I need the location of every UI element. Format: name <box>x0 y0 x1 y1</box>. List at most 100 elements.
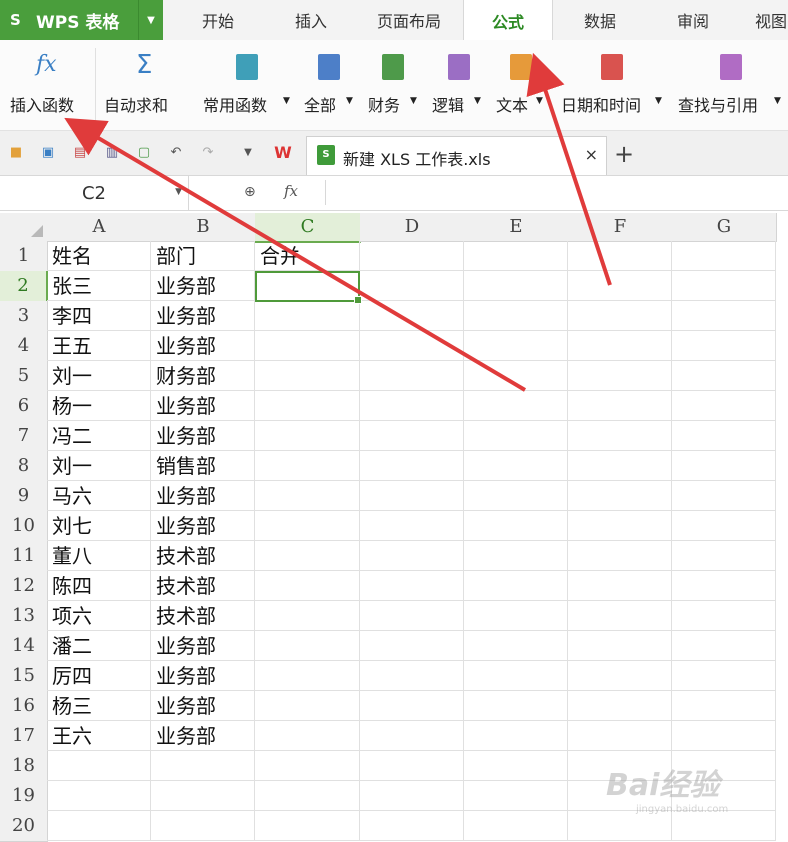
cell-d6[interactable] <box>360 391 464 421</box>
cell-b8[interactable]: 销售部 <box>151 451 255 481</box>
row-header[interactable]: 15 <box>0 661 48 692</box>
cell-f8[interactable] <box>568 451 672 481</box>
row-header[interactable]: 9 <box>0 481 48 512</box>
cell-d17[interactable] <box>360 721 464 751</box>
cell-e1[interactable] <box>464 241 568 271</box>
insert-function-button[interactable]: fx 插入函数 <box>0 40 95 130</box>
cell-g3[interactable] <box>672 301 776 331</box>
cell-e13[interactable] <box>464 601 568 631</box>
cell-c19[interactable] <box>255 781 360 811</box>
cell-c9[interactable] <box>255 481 360 511</box>
fx-icon[interactable]: fx <box>284 182 298 200</box>
cell-a2[interactable]: 张三 <box>47 271 151 301</box>
tab-home[interactable]: 开始 <box>172 0 264 40</box>
cell-a16[interactable]: 杨三 <box>47 691 151 721</box>
cell-g11[interactable] <box>672 541 776 571</box>
cell-d14[interactable] <box>360 631 464 661</box>
zoom-magnifier-icon[interactable]: ⊕ <box>244 184 256 200</box>
fill-handle[interactable] <box>354 296 362 304</box>
export-pdf-icon[interactable]: ▤ <box>72 145 88 161</box>
cell-b20[interactable] <box>151 811 255 841</box>
cell-b5[interactable]: 财务部 <box>151 361 255 391</box>
cell-b3[interactable]: 业务部 <box>151 301 255 331</box>
cell-b14[interactable]: 业务部 <box>151 631 255 661</box>
column-header-g[interactable]: G <box>672 213 777 242</box>
cell-a10[interactable]: 刘七 <box>47 511 151 541</box>
cell-b12[interactable]: 技术部 <box>151 571 255 601</box>
cell-a13[interactable]: 项六 <box>47 601 151 631</box>
cell-b10[interactable]: 业务部 <box>151 511 255 541</box>
cell-g13[interactable] <box>672 601 776 631</box>
cell-e12[interactable] <box>464 571 568 601</box>
row-header[interactable]: 4 <box>0 331 48 362</box>
cell-e6[interactable] <box>464 391 568 421</box>
cell-f17[interactable] <box>568 721 672 751</box>
column-header-d[interactable]: D <box>360 213 465 242</box>
chevron-down-icon[interactable]: ▼ <box>138 0 163 40</box>
cell-c4[interactable] <box>255 331 360 361</box>
cell-e9[interactable] <box>464 481 568 511</box>
cell-f5[interactable] <box>568 361 672 391</box>
active-cell-outline[interactable] <box>255 271 362 304</box>
cell-b17[interactable]: 业务部 <box>151 721 255 751</box>
cell-a15[interactable]: 厉四 <box>47 661 151 691</box>
tab-review[interactable]: 审阅 <box>648 0 738 40</box>
cell-d3[interactable] <box>360 301 464 331</box>
row-header[interactable]: 8 <box>0 451 48 482</box>
cell-a3[interactable]: 李四 <box>47 301 151 331</box>
select-all-corner[interactable] <box>0 213 48 242</box>
cell-c18[interactable] <box>255 751 360 781</box>
cell-a8[interactable]: 刘一 <box>47 451 151 481</box>
cell-g17[interactable] <box>672 721 776 751</box>
common-functions-button[interactable]: 常用函数 ▼ <box>203 40 295 130</box>
cell-f6[interactable] <box>568 391 672 421</box>
all-functions-button[interactable]: 全部 ▼ <box>302 40 362 130</box>
cell-f10[interactable] <box>568 511 672 541</box>
cell-b13[interactable]: 技术部 <box>151 601 255 631</box>
cell-d1[interactable] <box>360 241 464 271</box>
cell-a19[interactable] <box>47 781 151 811</box>
cell-a14[interactable]: 潘二 <box>47 631 151 661</box>
print-icon[interactable]: ▥ <box>104 145 120 161</box>
cell-c17[interactable] <box>255 721 360 751</box>
tab-formulas[interactable]: 公式 <box>463 0 553 41</box>
datetime-functions-button[interactable]: 日期和时间 ▼ <box>559 40 669 130</box>
cell-c14[interactable] <box>255 631 360 661</box>
row-header[interactable]: 12 <box>0 571 48 602</box>
cell-a12[interactable]: 陈四 <box>47 571 151 601</box>
redo-icon[interactable]: ↷ <box>200 145 216 161</box>
column-header-b[interactable]: B <box>151 213 256 242</box>
cell-f4[interactable] <box>568 331 672 361</box>
cell-g10[interactable] <box>672 511 776 541</box>
new-tab-icon[interactable]: + <box>614 140 634 168</box>
cell-d2[interactable] <box>360 271 464 301</box>
cell-b16[interactable]: 业务部 <box>151 691 255 721</box>
cell-c3[interactable] <box>255 301 360 331</box>
row-header[interactable]: 11 <box>0 541 48 572</box>
cell-g9[interactable] <box>672 481 776 511</box>
cell-e11[interactable] <box>464 541 568 571</box>
column-header-a[interactable]: A <box>47 213 152 242</box>
column-header-f[interactable]: F <box>568 213 673 242</box>
cell-d13[interactable] <box>360 601 464 631</box>
cell-f14[interactable] <box>568 631 672 661</box>
tab-page-layout[interactable]: 页面布局 <box>356 0 462 40</box>
cell-a9[interactable]: 马六 <box>47 481 151 511</box>
cell-g15[interactable] <box>672 661 776 691</box>
row-header[interactable]: 3 <box>0 301 48 332</box>
cell-c10[interactable] <box>255 511 360 541</box>
cell-d8[interactable] <box>360 451 464 481</box>
tab-insert[interactable]: 插入 <box>268 0 354 40</box>
chevron-down-icon[interactable]: ▼ <box>240 145 256 161</box>
cell-b1[interactable]: 部门 <box>151 241 255 271</box>
cell-e17[interactable] <box>464 721 568 751</box>
cell-d7[interactable] <box>360 421 464 451</box>
app-menu-button[interactable]: S WPS 表格 ▼ <box>0 0 163 40</box>
cell-c13[interactable] <box>255 601 360 631</box>
cell-e8[interactable] <box>464 451 568 481</box>
cell-a1[interactable]: 姓名 <box>47 241 151 271</box>
row-header[interactable]: 19 <box>0 781 48 812</box>
cell-b15[interactable]: 业务部 <box>151 661 255 691</box>
cell-c11[interactable] <box>255 541 360 571</box>
cell-g7[interactable] <box>672 421 776 451</box>
